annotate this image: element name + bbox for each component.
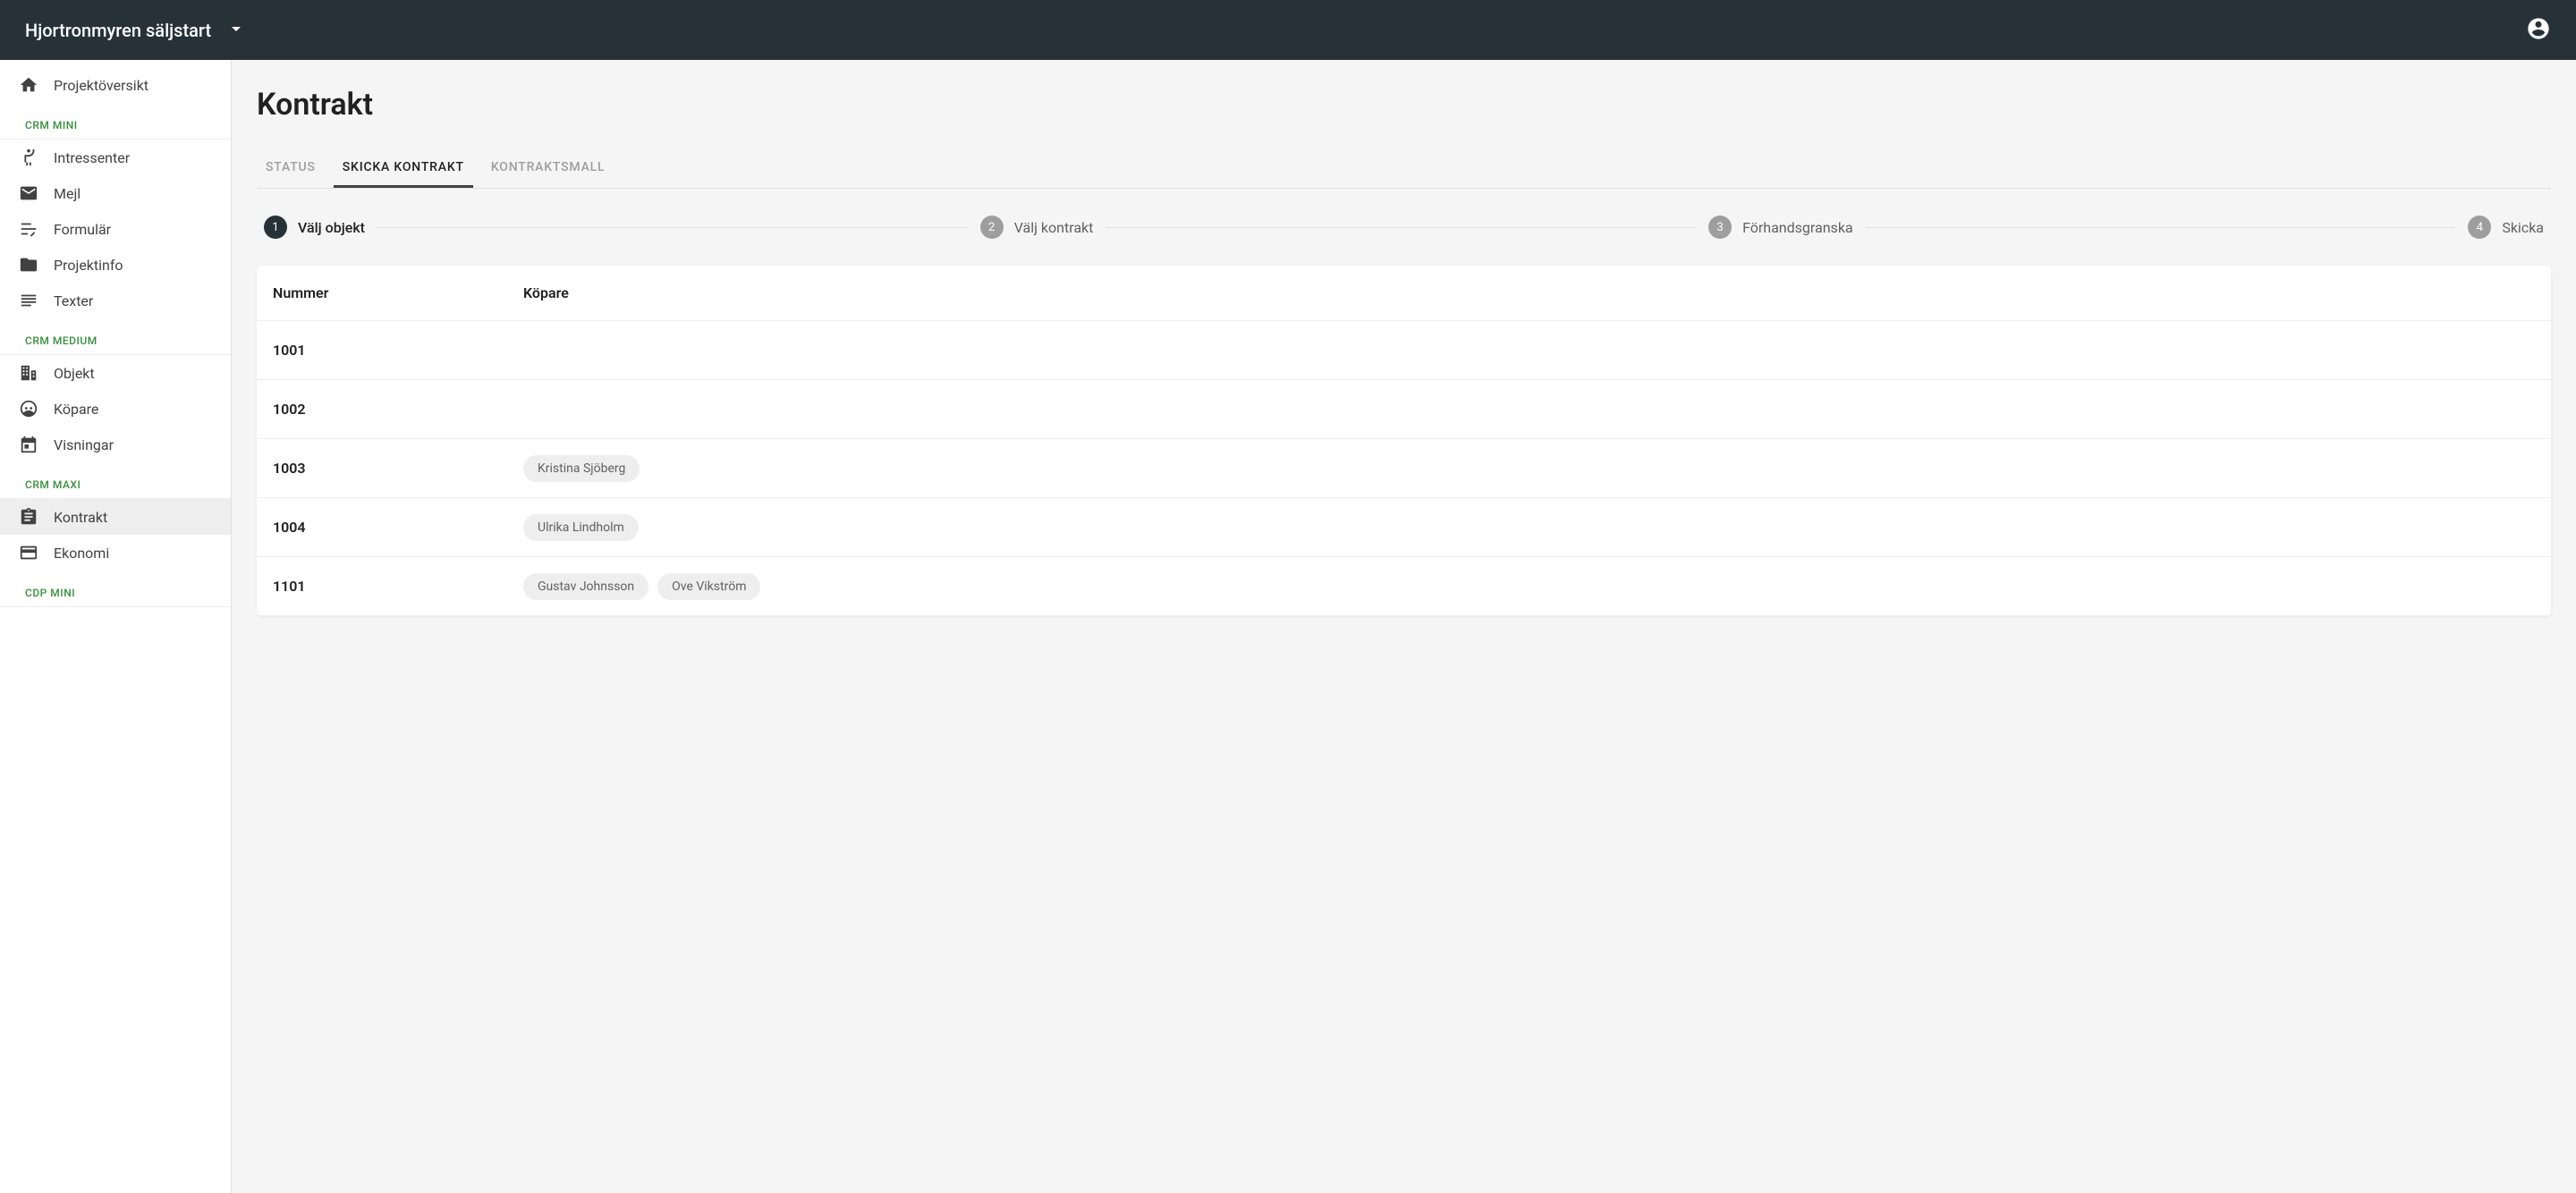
step-1[interactable]: 1 Välj objekt [264,216,365,239]
folder-icon [18,254,39,275]
col-header-buyer: Köpare [523,284,2535,301]
building-icon [18,362,39,384]
step-2[interactable]: 2 Välj kontrakt [980,216,1094,239]
face-icon [18,398,39,419]
project-title: Hjortronmyren säljstart [25,20,211,41]
nav-label: Intressenter [54,149,130,166]
step-3[interactable]: 3 Förhandsgranska [1708,216,1853,239]
step-connector [1866,227,2456,228]
tab-kontraktsmall[interactable]: Kontraktsmall [482,149,614,188]
nav-label: Kontrakt [54,509,107,526]
nav-label: Ekonomi [54,545,109,562]
step-label: Skicka [2502,219,2544,236]
cell-number: 1001 [273,342,523,359]
account-icon[interactable] [2526,16,2551,45]
calendar-icon [18,434,39,455]
nav-label: Mejl [54,185,80,202]
section-header: CRM MEDIUM [0,318,231,355]
tab-skicka-kontrakt[interactable]: Skicka kontrakt [334,149,473,188]
col-header-number: Nummer [273,284,523,301]
step-number: 4 [2468,216,2491,239]
objects-table: Nummer Köpare 1001 1002 1003 Kristina Sj… [257,266,2551,616]
table-row[interactable]: 1001 [257,321,2551,380]
nav-label: Texter [54,292,93,309]
nav-item-mail[interactable]: Mejl [0,175,231,211]
step-connector [377,227,968,228]
step-number: 2 [980,216,1004,239]
nav-label: Projektöversikt [54,77,148,94]
nav-label: Köpare [54,401,98,418]
nav-item-home[interactable]: Projektöversikt [0,67,231,103]
table-row[interactable]: 1101 Gustav Johnsson Ove Vikström [257,557,2551,616]
section-header: CDP MINI [0,571,231,607]
stepper: 1 Välj objekt 2 Välj kontrakt 3 Förhands… [257,216,2551,239]
topbar: Hjortronmyren säljstart [0,0,2576,60]
step-number: 3 [1708,216,1732,239]
step-label: Välj objekt [298,219,365,236]
nav-item-folder[interactable]: Projektinfo [0,247,231,283]
nav-label: Formulär [54,221,111,238]
cell-number: 1003 [273,460,523,477]
lines-icon [18,290,39,311]
sidebar: Projektöversikt CRM MINI Intressenter Me… [0,60,232,1193]
step-connector [1106,227,1696,228]
section-header: CRM MAXI [0,462,231,499]
nav-item-building[interactable]: Objekt [0,355,231,391]
step-4[interactable]: 4 Skicka [2468,216,2544,239]
card-icon [18,542,39,563]
cell-buyers: Gustav Johnsson Ove Vikström [523,573,2535,600]
nav-item-form[interactable]: Formulär [0,211,231,247]
cell-number: 1101 [273,578,523,595]
cell-number: 1004 [273,519,523,536]
home-icon [18,74,39,96]
buyer-chip[interactable]: Ulrika Lindholm [523,514,639,541]
mail-icon [18,182,39,204]
nav-item-card[interactable]: Ekonomi [0,535,231,571]
table-row[interactable]: 1002 [257,380,2551,439]
nav-label: Visningar [54,436,114,453]
form-icon [18,218,39,240]
nav-item-person-wave[interactable]: Intressenter [0,140,231,175]
tab-status[interactable]: Status [257,149,325,188]
nav-item-face[interactable]: Köpare [0,391,231,427]
table-row[interactable]: 1004 Ulrika Lindholm [257,498,2551,557]
nav-label: Objekt [54,365,95,382]
nav-item-calendar[interactable]: Visningar [0,427,231,462]
person-wave-icon [18,147,39,168]
step-label: Förhandsgranska [1742,219,1853,236]
table-row[interactable]: 1003 Kristina Sjöberg [257,439,2551,498]
nav-label: Projektinfo [54,257,123,274]
cell-buyers: Ulrika Lindholm [523,514,2535,541]
cell-number: 1002 [273,401,523,418]
cell-buyers: Kristina Sjöberg [523,455,2535,482]
buyer-chip[interactable]: Kristina Sjöberg [523,455,640,482]
nav-item-lines[interactable]: Texter [0,283,231,318]
buyer-chip[interactable]: Gustav Johnsson [523,573,648,600]
table-header-row: Nummer Köpare [257,266,2551,321]
buyer-chip[interactable]: Ove Vikström [657,573,760,600]
tabs: StatusSkicka kontraktKontraktsmall [257,149,2551,189]
page-title: Kontrakt [257,87,2551,123]
clipboard-icon [18,506,39,528]
main: Kontrakt StatusSkicka kontraktKontraktsm… [232,60,2576,1193]
section-header: CRM MINI [0,103,231,140]
chevron-down-icon[interactable] [225,18,247,43]
step-number: 1 [264,216,287,239]
nav-item-clipboard[interactable]: Kontrakt [0,499,231,535]
step-label: Välj kontrakt [1014,219,1094,236]
